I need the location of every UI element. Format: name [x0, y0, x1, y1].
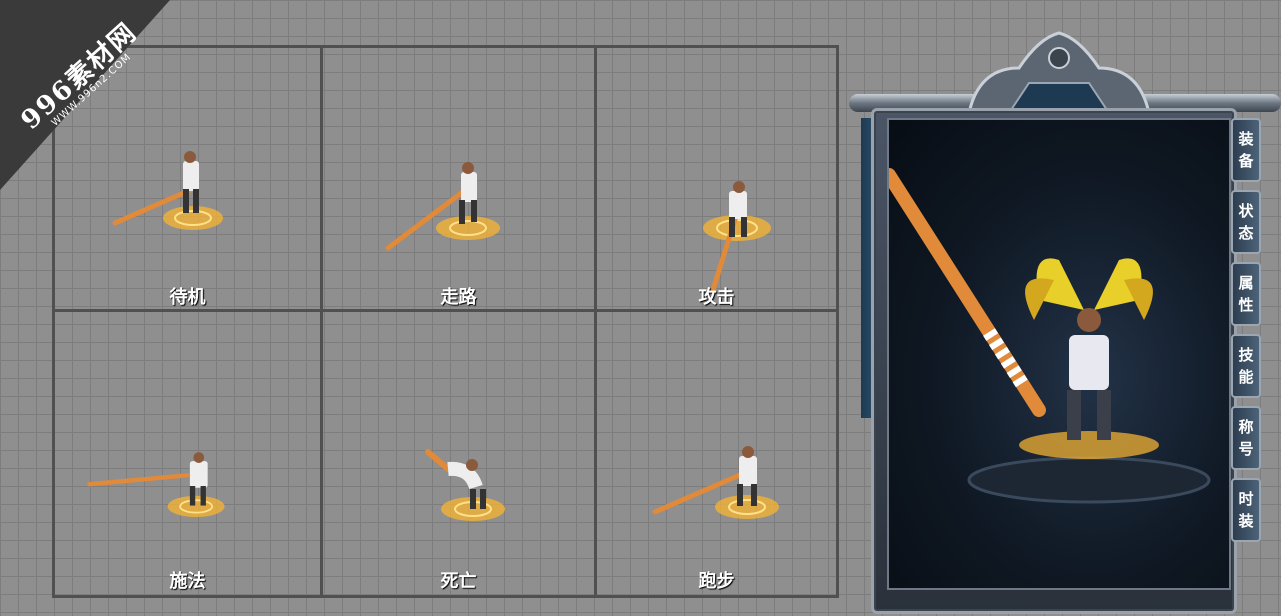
panel-crest-ornament: [967, 31, 1151, 115]
anim-label-cast: 施法: [169, 571, 206, 592]
character-model: [882, 168, 1211, 504]
walk-sprite: [385, 162, 500, 251]
tab-attributes[interactable]: 属 性: [1231, 262, 1261, 326]
tab-attributes-char1: 属: [1238, 274, 1254, 292]
tab-status-char1: 状: [1238, 202, 1254, 220]
idle-sprite: [112, 151, 223, 230]
tab-status-char2: 态: [1238, 224, 1254, 242]
anim-cell-run[interactable]: 跑步: [597, 312, 836, 595]
tab-fashion-char2: 装: [1238, 512, 1254, 530]
run-sprite: [652, 446, 779, 519]
anim-label-walk: 走路: [440, 287, 477, 308]
tab-fashion[interactable]: 时 装: [1231, 478, 1261, 542]
anim-cell-cast[interactable]: 施法: [55, 312, 320, 595]
cast-sprite: [87, 452, 225, 518]
anim-label-death: 死亡: [440, 571, 477, 592]
character-panel: 装 备 状 态 属 性 技 能 称 号 时 装: [849, 28, 1281, 616]
anim-cell-death[interactable]: 死亡: [323, 312, 594, 595]
attack-sprite: [703, 181, 771, 293]
tab-fashion-char1: 时: [1238, 490, 1254, 508]
tab-skills-char2: 能: [1238, 368, 1254, 386]
tab-equipment-char1: 装: [1238, 130, 1254, 148]
anim-label-idle: 待机: [169, 287, 206, 308]
tab-equipment-char2: 备: [1238, 152, 1254, 170]
tab-titles-char2: 号: [1238, 440, 1254, 458]
anim-cell-walk[interactable]: 走路: [323, 48, 594, 309]
character-preview: [882, 118, 1231, 590]
death-sprite: [425, 449, 505, 521]
tab-skills-char1: 技: [1238, 346, 1254, 364]
panel-side-tabs: 装 备 状 态 属 性 技 能 称 号 时 装: [1231, 118, 1263, 550]
tab-attributes-char2: 性: [1238, 296, 1254, 314]
tab-skills[interactable]: 技 能: [1231, 334, 1261, 398]
anim-label-run: 跑步: [698, 571, 735, 592]
tab-titles-char1: 称: [1238, 418, 1254, 436]
tab-status[interactable]: 状 态: [1231, 190, 1261, 254]
anim-label-attack: 攻击: [698, 287, 735, 308]
animation-grid: 待机 走路 攻击 施法 死亡 跑步: [52, 45, 839, 598]
tab-equipment[interactable]: 装 备: [1231, 118, 1261, 182]
anim-cell-attack[interactable]: 攻击: [597, 48, 836, 309]
tab-titles[interactable]: 称 号: [1231, 406, 1261, 470]
